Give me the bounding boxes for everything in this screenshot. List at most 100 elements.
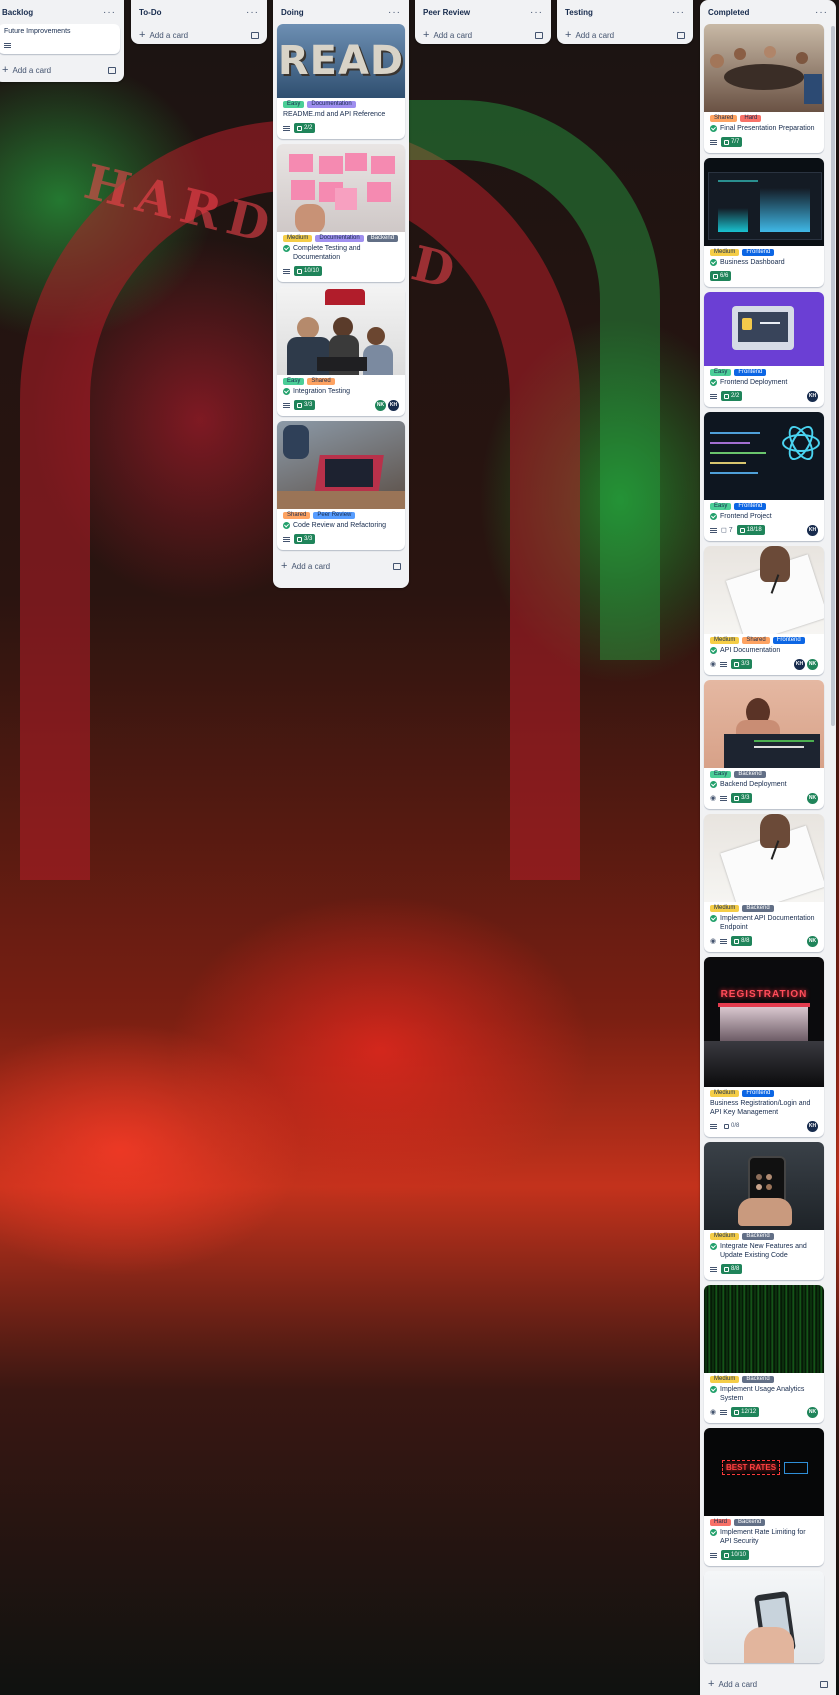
- label-documentation: Documentation: [315, 235, 364, 242]
- more-icon[interactable]: ···: [388, 7, 401, 18]
- more-icon[interactable]: ···: [672, 7, 685, 18]
- template-icon[interactable]: [535, 31, 543, 39]
- more-icon[interactable]: ···: [246, 7, 259, 18]
- complete-icon: [710, 1243, 717, 1250]
- card-title: Code Review and Refactoring: [293, 522, 386, 529]
- description-icon: [283, 536, 290, 542]
- card[interactable]: Shared Peer Review Code Review and Refac…: [277, 421, 405, 550]
- plus-icon: +: [565, 29, 572, 41]
- checklist-badge: 8/8: [731, 936, 753, 946]
- label-shared: Shared: [283, 512, 311, 519]
- card-title: Complete Testing and Documentation: [293, 245, 361, 261]
- member-avatar[interactable]: NK: [375, 399, 386, 411]
- card-cover-image: [704, 1142, 824, 1230]
- checklist-icon: [724, 1266, 729, 1272]
- card[interactable]: Easy Frontend Frontend Deployment 2/2 KH: [704, 292, 824, 407]
- member-avatar[interactable]: KH: [794, 658, 805, 670]
- card[interactable]: Medium Backend Integrate New Features an…: [704, 1142, 824, 1280]
- card[interactable]: Medium Shared Frontend API Documentation…: [704, 546, 824, 675]
- card[interactable]: Shared Hard Final Presentation Preparati…: [704, 24, 824, 153]
- card[interactable]: Future Improvements: [0, 24, 120, 54]
- list-title: Doing: [281, 7, 304, 17]
- add-card-button[interactable]: + Add a card: [0, 59, 120, 81]
- checklist-badge: 6/6: [710, 271, 732, 281]
- more-icon[interactable]: ···: [530, 7, 543, 18]
- member-avatar[interactable]: NK: [807, 935, 818, 947]
- plus-icon: +: [423, 29, 430, 41]
- description-icon: [710, 393, 717, 399]
- card-cover-image: [704, 24, 824, 112]
- label-medium: Medium: [710, 637, 740, 644]
- card[interactable]: Easy Backend Backend Deployment ◉ 3/3 NK: [704, 680, 824, 809]
- more-icon[interactable]: ···: [815, 7, 828, 18]
- comment-icon: ◻: [721, 527, 727, 534]
- description-icon: [720, 795, 728, 801]
- add-card-button[interactable]: + Add a card: [419, 24, 547, 46]
- card[interactable]: Medium Documentation Backend Complete Te…: [277, 144, 405, 282]
- template-icon[interactable]: [677, 31, 685, 39]
- description-icon: [720, 661, 728, 667]
- card[interactable]: BEST RATES Hard Backend Implement Rate L…: [704, 1428, 824, 1566]
- label-hard: Hard: [710, 1519, 732, 1526]
- member-avatar[interactable]: NK: [807, 792, 818, 804]
- checklist-icon: [724, 1552, 729, 1558]
- description-icon: [4, 42, 11, 48]
- card[interactable]: Easy Shared Integration Testing 3/3 NK K…: [277, 287, 405, 416]
- add-card-button[interactable]: + Add a card: [704, 1673, 832, 1695]
- checklist-icon: [297, 125, 302, 131]
- add-card-button[interactable]: + Add a card: [561, 24, 689, 46]
- card[interactable]: REGISTRATION Medium Frontend Business Re…: [704, 957, 824, 1137]
- member-avatar[interactable]: KH: [807, 390, 818, 402]
- list-testing: Testing ··· + Add a card: [557, 0, 693, 44]
- label-frontend: Frontend: [772, 637, 805, 644]
- label-easy: Easy: [283, 101, 305, 108]
- list-header: To-Do ···: [135, 0, 263, 24]
- card-cover-image: [704, 546, 824, 634]
- add-card-button[interactable]: + Add a card: [135, 24, 263, 46]
- member-avatar[interactable]: KH: [807, 1120, 818, 1132]
- template-icon[interactable]: [820, 1680, 828, 1688]
- plus-icon: +: [708, 1678, 715, 1690]
- card-title: Backend Deployment: [720, 781, 787, 788]
- card-title: Integration Testing: [293, 388, 351, 395]
- card-title: Integrate New Features and Update Existi…: [720, 1243, 807, 1259]
- card[interactable]: READ Easy Documentation README.md and AP…: [277, 24, 405, 139]
- template-icon[interactable]: [251, 31, 259, 39]
- list-header: Completed ···: [704, 0, 832, 24]
- card[interactable]: Easy Frontend Frontend Project ◻ 7 18/18…: [704, 412, 824, 541]
- card-title: Final Presentation Preparation: [720, 125, 815, 132]
- add-card-button[interactable]: + Add a card: [277, 555, 405, 577]
- card[interactable]: Medium Backend Implement Usage Analytics…: [704, 1285, 824, 1423]
- member-avatar[interactable]: KH: [388, 399, 399, 411]
- label-documentation: Documentation: [307, 101, 356, 108]
- checklist-icon: [713, 273, 718, 279]
- watching-icon: ◉: [710, 938, 717, 945]
- list-title: Testing: [565, 7, 593, 17]
- checklist-badge: 10/10: [294, 266, 323, 276]
- card[interactable]: [704, 1571, 824, 1663]
- card-title: Implement Usage Analytics System: [720, 1386, 805, 1402]
- list-scrollbar[interactable]: [831, 26, 835, 726]
- label-backend: Backend: [734, 1519, 766, 1526]
- card-cover-image: [277, 421, 405, 509]
- checklist-icon: [297, 536, 302, 542]
- description-icon: [283, 402, 290, 408]
- card[interactable]: Medium Frontend Business Dashboard 6/6: [704, 158, 824, 287]
- card[interactable]: Medium Backend Implement API Documentati…: [704, 814, 824, 952]
- list-header: Backlog ···: [0, 0, 120, 24]
- more-icon[interactable]: ···: [103, 7, 116, 18]
- member-avatar[interactable]: NK: [807, 658, 818, 670]
- checklist-icon: [724, 139, 729, 145]
- label-medium: Medium: [710, 1233, 740, 1240]
- member-avatar[interactable]: NK: [807, 1406, 818, 1418]
- checklist-badge: 0/8: [721, 1121, 742, 1131]
- list-title: Completed: [708, 7, 750, 17]
- template-icon[interactable]: [393, 562, 401, 570]
- checklist-badge: 2/2: [721, 391, 743, 401]
- background-padlock-shackle-green: [380, 100, 660, 660]
- member-avatar[interactable]: KH: [807, 524, 818, 536]
- complete-icon: [710, 647, 717, 654]
- template-icon[interactable]: [108, 66, 116, 74]
- complete-icon: [710, 259, 717, 266]
- label-hard: Hard: [740, 115, 762, 122]
